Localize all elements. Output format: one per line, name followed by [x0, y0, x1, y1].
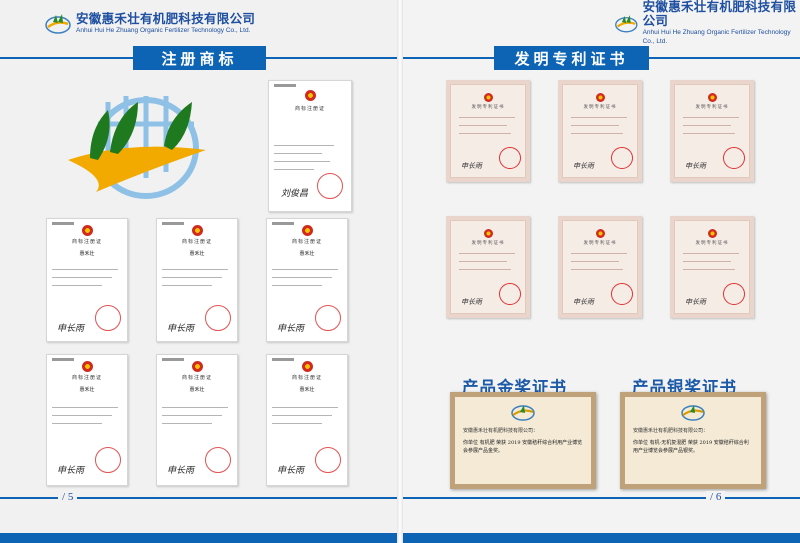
- trademark-text: 惠禾壮: [299, 387, 315, 393]
- patent-cert: 发明专利证书 申长雨: [558, 80, 642, 182]
- red-seal-icon: [95, 305, 121, 331]
- gold-award-cert: 安徽惠禾壮有机肥科技有限公司： 你单位 有机肥 荣获 2019 安徽秸秆综合利用…: [450, 392, 596, 489]
- signature: 申长雨: [461, 162, 482, 170]
- cert-title: 发明专利证书: [583, 105, 617, 110]
- national-emblem-icon: [707, 93, 717, 102]
- trademark-cert: 商标注册证 惠禾壮 申长雨: [266, 218, 348, 342]
- page-footer: / 6: [400, 491, 800, 543]
- company-brand: 安徽惠禾壮有机肥科技有限公司 Anhui Hui He Zhuang Organ…: [614, 0, 800, 45]
- signature: 申长雨: [57, 466, 85, 476]
- section-title: 发明专利证书: [494, 46, 649, 70]
- signature: 申长雨: [685, 162, 706, 170]
- patent-cert: 发明专利证书 申长雨: [446, 216, 530, 318]
- red-seal-icon: [499, 283, 521, 305]
- national-emblem-icon: [483, 93, 493, 102]
- patent-cert: 发明专利证书 申长雨: [446, 80, 530, 182]
- cert-title: 商标注册证: [71, 239, 102, 245]
- cert-title: 商标注册证: [181, 375, 212, 381]
- signature: 刘俊昌: [281, 189, 309, 199]
- signature: 申长雨: [685, 298, 706, 306]
- cert-title: 商标注册证: [71, 375, 102, 381]
- company-brand: 安徽惠禾壮有机肥科技有限公司 Anhui Hui He Zhuang Organ…: [44, 3, 255, 43]
- patent-cert: 发明专利证书 申长雨: [670, 80, 754, 182]
- cert-title: 商标注册证: [291, 239, 322, 245]
- section-header: 注册商标: [0, 46, 400, 70]
- national-emblem-icon: [81, 225, 93, 236]
- signature: 申长雨: [167, 324, 195, 334]
- trademark-text: 惠禾壮: [189, 387, 205, 393]
- cert-title: 发明专利证书: [471, 241, 505, 246]
- left-page: 安徽惠禾壮有机肥科技有限公司 Anhui Hui He Zhuang Organ…: [0, 0, 400, 543]
- right-page: 安徽惠禾壮有机肥科技有限公司 Anhui Hui He Zhuang Organ…: [400, 0, 800, 543]
- patent-cert: 发明专利证书 申长雨: [558, 216, 642, 318]
- company-logo-icon: [615, 15, 638, 33]
- signature: 申长雨: [57, 324, 85, 334]
- company-logo-icon: [45, 14, 71, 34]
- section-header: 发明专利证书: [400, 46, 800, 70]
- trademark-cert-large: 商标注册证 刘俊昌: [268, 80, 352, 212]
- award-recipient: 安徽惠禾壮有机肥科技有限公司：: [633, 428, 709, 434]
- company-name-en: Anhui Hui He Zhuang Organic Fertilizer T…: [76, 26, 251, 34]
- cert-title: 发明专利证书: [471, 105, 505, 110]
- trademark-text: 惠禾壮: [79, 387, 95, 393]
- page-footer: / 5: [0, 491, 400, 543]
- silver-award-cert: 安徽惠禾壮有机肥科技有限公司： 你单位 有机-无机复混肥 荣获 2019 安徽秸…: [620, 392, 766, 489]
- cert-title: 发明专利证书: [695, 241, 729, 246]
- trademark-cert: 商标注册证 惠禾壮 申长雨: [46, 354, 128, 486]
- red-seal-icon: [205, 447, 231, 473]
- national-emblem-icon: [483, 229, 493, 238]
- page-gutter: [397, 0, 403, 543]
- red-seal-icon: [611, 147, 633, 169]
- page-number: / 6: [706, 491, 726, 503]
- company-name-zh: 安徽惠禾壮有机肥科技有限公司: [642, 0, 797, 28]
- red-seal-icon: [315, 305, 341, 331]
- signature: 申长雨: [167, 466, 195, 476]
- patent-cert: 发明专利证书 申长雨: [670, 216, 754, 318]
- cert-title: 发明专利证书: [583, 241, 617, 246]
- red-seal-icon: [723, 283, 745, 305]
- page-number: / 5: [58, 491, 78, 503]
- signature: 申长雨: [461, 298, 482, 306]
- national-emblem-icon: [81, 361, 93, 372]
- company-name-en: Anhui Hui He Zhuang Organic Fertilizer T…: [642, 29, 791, 45]
- national-emblem-icon: [191, 225, 203, 236]
- trademark-cert: 商标注册证 惠禾壮 申长雨: [266, 354, 348, 486]
- red-seal-icon: [95, 447, 121, 473]
- section-title: 注册商标: [133, 46, 266, 70]
- expo-logo-icon: [511, 405, 535, 421]
- cert-title: 发明专利证书: [695, 105, 729, 110]
- red-seal-icon: [499, 147, 521, 169]
- cert-title: 商标注册证: [181, 239, 212, 245]
- red-seal-icon: [315, 447, 341, 473]
- red-seal-icon: [317, 173, 343, 199]
- trademark-text: 惠禾壮: [79, 251, 95, 257]
- signature: 申长雨: [573, 162, 594, 170]
- national-emblem-icon: [191, 361, 203, 372]
- national-emblem-icon: [707, 229, 717, 238]
- cert-title: 商标注册证: [294, 106, 325, 112]
- national-emblem-icon: [301, 361, 313, 372]
- trademark-logo-icon: [68, 96, 206, 199]
- award-recipient: 安徽惠禾壮有机肥科技有限公司：: [463, 428, 539, 434]
- award-body: 你单位 有机-无机复混肥 荣获 2019 安徽秸秆综合利用产业博览会参展产品银奖…: [633, 440, 749, 454]
- red-seal-icon: [205, 305, 231, 331]
- national-emblem-icon: [595, 93, 605, 102]
- award-body: 你单位 有机肥 荣获 2019 安徽秸秆综合利用产业博览会参展产品金奖。: [463, 440, 583, 454]
- national-emblem-icon: [304, 90, 316, 101]
- national-emblem-icon: [301, 225, 313, 236]
- signature: 申长雨: [277, 324, 305, 334]
- signature: 申长雨: [277, 466, 305, 476]
- trademark-cert: 商标注册证 惠禾壮 申长雨: [156, 218, 238, 342]
- red-seal-icon: [611, 283, 633, 305]
- red-seal-icon: [723, 147, 745, 169]
- national-emblem-icon: [595, 229, 605, 238]
- cert-title: 商标注册证: [291, 375, 322, 381]
- trademark-cert: 商标注册证 惠禾壮 申长雨: [156, 354, 238, 486]
- trademark-text: 惠禾壮: [299, 251, 315, 257]
- trademark-text: 惠禾壮: [189, 251, 205, 257]
- signature: 申长雨: [573, 298, 594, 306]
- expo-logo-icon: [681, 405, 705, 421]
- company-name-zh: 安徽惠禾壮有机肥科技有限公司: [76, 10, 256, 26]
- trademark-cert: 商标注册证 惠禾壮 申长雨: [46, 218, 128, 342]
